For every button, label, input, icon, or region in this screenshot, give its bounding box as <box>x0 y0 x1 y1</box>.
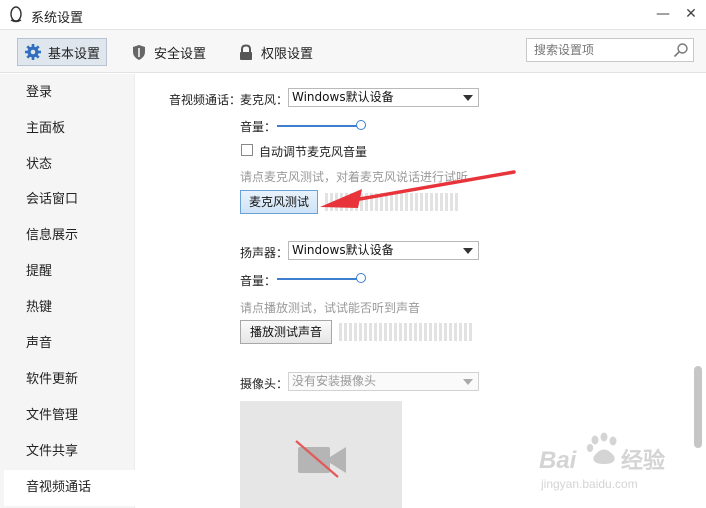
window-title: 系统设置 <box>31 11 84 26</box>
meter-segment <box>374 323 377 341</box>
title-bar: 系统设置 — ✕ <box>0 0 706 30</box>
gear-icon <box>24 43 42 61</box>
sidebar-item-file-management[interactable]: 文件管理 <box>4 398 135 434</box>
minimize-button[interactable]: — <box>654 5 672 23</box>
meter-segment <box>354 323 357 341</box>
camera-preview <box>240 401 402 508</box>
meter-segment <box>454 323 457 341</box>
sidebar-item-software-update[interactable]: 软件更新 <box>4 362 135 398</box>
meter-segment <box>404 323 407 341</box>
meter-segment <box>429 323 432 341</box>
sidebar-item-hotkeys[interactable]: 热键 <box>4 290 135 326</box>
meter-segment <box>339 323 342 341</box>
speaker-volume-knob[interactable] <box>356 273 366 283</box>
mic-volume-track[interactable] <box>277 125 361 127</box>
sidebar: 登录 主面板 状态 会话窗口 信息展示 提醒 热键 声音 软件更新 文件管理 文… <box>0 74 135 508</box>
close-button[interactable]: ✕ <box>682 5 700 23</box>
meter-segment <box>369 323 372 341</box>
meter-segment <box>419 323 422 341</box>
chevron-down-icon <box>463 95 473 101</box>
mic-device-select[interactable]: Windows默认设备 <box>288 88 479 107</box>
sidebar-item-main-panel[interactable]: 主面板 <box>4 111 135 147</box>
meter-segment <box>389 323 392 341</box>
meter-segment <box>424 323 427 341</box>
meter-segment <box>464 323 467 341</box>
chevron-down-icon <box>463 379 473 385</box>
meter-segment <box>364 323 367 341</box>
meter-segment <box>444 323 447 341</box>
tab-label: 基本设置 <box>48 46 101 62</box>
speaker-volume-track[interactable] <box>277 278 361 280</box>
lock-icon <box>237 43 255 61</box>
sidebar-item-info-display[interactable]: 信息展示 <box>4 218 135 254</box>
meter-segment <box>384 323 387 341</box>
search-input[interactable] <box>527 39 667 61</box>
sidebar-item-reminders[interactable]: 提醒 <box>4 254 135 290</box>
speaker-device-select[interactable]: Windows默认设备 <box>288 241 479 260</box>
auto-adjust-mic-checkbox[interactable] <box>241 144 253 156</box>
camera-label: 摄像头： <box>240 377 289 391</box>
mic-volume-label: 音量： <box>240 120 277 134</box>
chevron-down-icon <box>463 248 473 254</box>
meter-segment <box>449 323 452 341</box>
sidebar-item-status[interactable]: 状态 <box>4 147 135 183</box>
svg-text:Bai: Bai <box>539 447 578 474</box>
meter-segment <box>409 323 412 341</box>
search-box[interactable] <box>526 38 694 62</box>
tab-permission-settings[interactable]: 权限设置 <box>237 38 313 66</box>
meter-segment <box>399 323 402 341</box>
sidebar-item-file-sharing[interactable]: 文件共享 <box>4 434 135 470</box>
meter-segment <box>379 323 382 341</box>
camera-device-value: 没有安装摄像头 <box>292 374 377 388</box>
sidebar-item-login[interactable]: 登录 <box>4 75 135 111</box>
annotation-arrow <box>320 170 516 208</box>
camera-device-select[interactable]: 没有安装摄像头 <box>288 372 479 391</box>
av-section-label: 音视频通话： <box>169 93 242 107</box>
meter-segment <box>469 323 472 341</box>
sidebar-item-sound[interactable]: 声音 <box>4 326 135 362</box>
svg-text:jingyan.baidu.com: jingyan.baidu.com <box>540 477 638 491</box>
baidu-jingyan-watermark-logo: Bai 经验 jingyan.baidu.com <box>537 430 677 494</box>
mic-label: 麦克风： <box>240 93 289 107</box>
speaker-test-hint: 请点播放测试，试试能否听到声音 <box>240 301 421 315</box>
play-test-sound-button[interactable]: 播放测试声音 <box>240 320 332 344</box>
meter-segment <box>459 323 462 341</box>
meter-segment <box>359 323 362 341</box>
auto-adjust-mic-label: 自动调节麦克风音量 <box>259 145 368 159</box>
speaker-label: 扬声器： <box>240 246 289 260</box>
sidebar-item-av-call[interactable]: 音视频通话 <box>4 470 135 506</box>
meter-segment <box>434 323 437 341</box>
svg-text:经验: 经验 <box>621 448 665 473</box>
meter-segment <box>394 323 397 341</box>
sidebar-item-chat-window[interactable]: 会话窗口 <box>4 182 135 218</box>
speaker-level-meter <box>339 323 472 341</box>
mic-volume-knob[interactable] <box>356 120 366 130</box>
scrollbar-thumb[interactable] <box>694 366 702 448</box>
meter-segment <box>414 323 417 341</box>
speaker-volume-label: 音量： <box>240 274 277 288</box>
penguin-logo-icon <box>10 6 22 23</box>
tab-basic-settings[interactable]: 基本设置 <box>17 38 108 66</box>
content-scrollbar[interactable] <box>690 74 706 508</box>
meter-segment <box>344 323 347 341</box>
speaker-device-value: Windows默认设备 <box>292 243 394 257</box>
shield-icon <box>130 43 148 61</box>
meter-segment <box>349 323 352 341</box>
mic-test-button[interactable]: 麦克风测试 <box>240 190 318 214</box>
search-icon[interactable] <box>673 42 689 58</box>
meter-segment <box>439 323 442 341</box>
tab-security-settings[interactable]: 安全设置 <box>130 38 206 66</box>
tab-label: 安全设置 <box>154 46 207 62</box>
camera-off-icon <box>295 440 346 478</box>
tab-label: 权限设置 <box>261 46 314 62</box>
mic-device-value: Windows默认设备 <box>292 90 394 104</box>
